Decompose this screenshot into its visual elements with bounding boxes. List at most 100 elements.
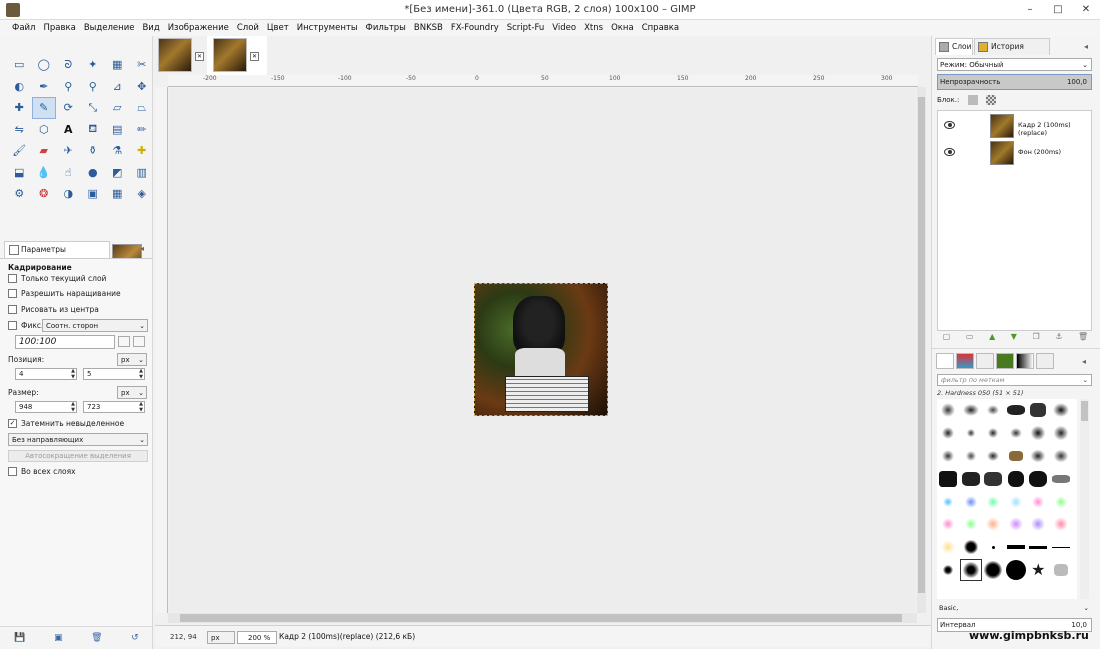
scroll-thumb[interactable]: [180, 614, 902, 622]
zoom-icon[interactable]: ⚲: [81, 76, 106, 98]
curves-icon[interactable]: ▥: [130, 162, 155, 184]
brush-item[interactable]: [1027, 445, 1050, 468]
raise-layer-icon[interactable]: ▲: [989, 332, 995, 346]
brush-item[interactable]: [1027, 536, 1050, 559]
reset-options-icon[interactable]: ↺: [131, 633, 139, 643]
tab-layers[interactable]: Слои: [935, 38, 973, 55]
brush-item[interactable]: [937, 422, 960, 445]
foreground-select-icon[interactable]: ◐: [7, 76, 32, 98]
select-by-color-icon[interactable]: ▦: [105, 54, 130, 76]
brush-item[interactable]: [960, 467, 983, 490]
brush-item[interactable]: [960, 513, 983, 536]
brush-item[interactable]: [1050, 513, 1073, 536]
menu-fx-foundry[interactable]: FX-Foundry: [447, 20, 503, 36]
duplicate-layer-icon[interactable]: ❐: [1033, 332, 1040, 346]
menu-layer[interactable]: Слой: [233, 20, 263, 36]
measure-icon[interactable]: ⊿: [105, 76, 130, 98]
menu-bnksb[interactable]: BNKSB: [410, 20, 447, 36]
aspect-ratio-input[interactable]: 100:100: [15, 335, 115, 349]
current-layer-only-checkbox[interactable]: [8, 274, 17, 283]
blend-icon[interactable]: ▤: [105, 119, 130, 141]
layer-row[interactable]: Фон (200ms): [938, 140, 1091, 166]
all-layers-option[interactable]: Во всех слоях: [8, 467, 76, 476]
paths-icon[interactable]: ✒: [32, 76, 57, 98]
horizontal-scrollbar[interactable]: [168, 613, 917, 623]
vertical-scrollbar[interactable]: [917, 87, 926, 613]
fixed-mode-select[interactable]: Соотн. сторон ⌄: [42, 319, 148, 332]
vertical-ruler[interactable]: [155, 87, 168, 613]
brush-set-select[interactable]: Basic, ⌄: [937, 603, 1092, 615]
landscape-icon[interactable]: [133, 336, 145, 347]
brush-item[interactable]: [937, 399, 960, 422]
image-layer-preview[interactable]: [474, 283, 608, 416]
brush-item[interactable]: [1005, 490, 1028, 513]
free-select-icon[interactable]: ᘐ: [56, 54, 81, 76]
draw-from-center-checkbox[interactable]: [8, 305, 17, 314]
brush-item[interactable]: [960, 422, 983, 445]
brush-item[interactable]: [960, 490, 983, 513]
all-layers-checkbox[interactable]: [8, 467, 17, 476]
image-tab-thumbnail-active[interactable]: [213, 38, 247, 72]
brush-item[interactable]: [937, 559, 960, 582]
color-picker-icon[interactable]: ⚲: [56, 76, 81, 98]
highlight-option[interactable]: ✓ Затемнить невыделенное: [8, 419, 124, 428]
close-button[interactable]: ✕: [1072, 0, 1100, 20]
new-layer-group-icon[interactable]: ▭: [966, 332, 974, 346]
menu-file[interactable]: Файл: [8, 20, 39, 36]
perspective-clone-icon[interactable]: ⬓: [7, 162, 32, 184]
tool-options-tab[interactable]: Параметры инструментов: [4, 241, 110, 270]
brush-item[interactable]: [960, 445, 983, 468]
brush-item[interactable]: [982, 399, 1005, 422]
size-unit-select[interactable]: px ⌄: [117, 386, 147, 399]
menu-help[interactable]: Справка: [638, 20, 683, 36]
histogram-icon[interactable]: ▦: [105, 183, 130, 205]
tab-brushes[interactable]: [936, 353, 954, 369]
perspective-icon[interactable]: ⏢: [130, 97, 155, 119]
cage-icon[interactable]: ⬡: [32, 119, 57, 141]
panel-menu-icon[interactable]: ◂: [1082, 357, 1086, 366]
position-x-input[interactable]: 4 ▲ ▼: [15, 368, 77, 380]
anchor-layer-icon[interactable]: ⚓: [1055, 332, 1062, 346]
menu-windows[interactable]: Окна: [607, 20, 638, 36]
scroll-thumb[interactable]: [918, 97, 925, 593]
eraser-icon[interactable]: ▰: [32, 140, 57, 162]
highlight-checkbox[interactable]: ✓: [8, 419, 17, 428]
brush-item[interactable]: [1005, 399, 1028, 422]
brushes-scrollbar[interactable]: [1080, 399, 1089, 599]
menu-xtns[interactable]: Xtns: [580, 20, 607, 36]
brush-item[interactable]: [960, 399, 983, 422]
fixed-option[interactable]: Фикс.:: [8, 321, 46, 330]
size-width-input[interactable]: 948 ▲ ▼: [15, 401, 77, 413]
brush-item[interactable]: [982, 467, 1005, 490]
spinner-icon[interactable]: ▲ ▼: [71, 401, 75, 413]
brush-item[interactable]: [982, 559, 1005, 582]
menu-image[interactable]: Изображение: [164, 20, 233, 36]
brush-item[interactable]: [1027, 399, 1050, 422]
brush-item[interactable]: [982, 445, 1005, 468]
brush-item[interactable]: [1050, 399, 1073, 422]
zoom-select[interactable]: 200 %: [237, 631, 277, 644]
brush-item[interactable]: [937, 467, 960, 490]
shapes-icon[interactable]: ◈: [130, 183, 155, 205]
delete-options-icon[interactable]: 🗑: [91, 633, 102, 643]
blur-icon[interactable]: 💧: [32, 162, 57, 184]
minimize-button[interactable]: –: [1016, 0, 1044, 20]
brush-item[interactable]: [1005, 513, 1028, 536]
script-icon[interactable]: ⚙: [7, 183, 32, 205]
ellipse-select-icon[interactable]: ◯: [32, 54, 57, 76]
align-icon[interactable]: ✚: [7, 97, 32, 119]
tab-patterns[interactable]: [956, 353, 974, 369]
close-icon[interactable]: ✕: [195, 52, 204, 61]
close-icon[interactable]: ✕: [250, 52, 259, 61]
tab-history[interactable]: История действий: [974, 38, 1050, 67]
menu-filters[interactable]: Фильтры: [362, 20, 410, 36]
position-y-input[interactable]: 5 ▲ ▼: [83, 368, 145, 380]
menu-edit[interactable]: Правка: [39, 20, 79, 36]
shear-icon[interactable]: ▱: [105, 97, 130, 119]
brush-item[interactable]: [1050, 559, 1073, 582]
brush-item[interactable]: [1050, 445, 1073, 468]
panel-menu-icon[interactable]: ◂: [1084, 42, 1088, 51]
current-layer-only-option[interactable]: Только текущий слой: [8, 274, 106, 283]
brush-item[interactable]: [1027, 513, 1050, 536]
portrait-icon[interactable]: [118, 336, 130, 347]
